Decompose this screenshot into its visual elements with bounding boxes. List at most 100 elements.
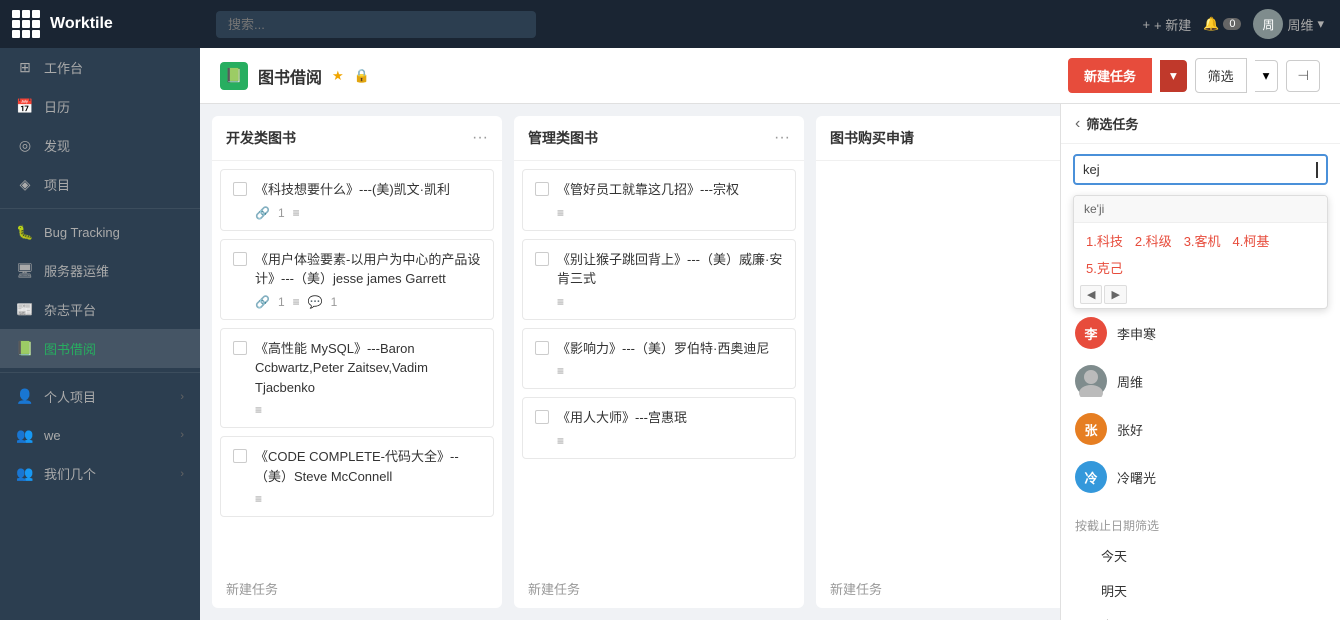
task-checkbox[interactable]	[233, 449, 247, 463]
filter-button[interactable]: 筛选	[1195, 58, 1247, 93]
list-item[interactable]: 《影响力》---（美）罗伯特·西奥迪尼 ≡	[522, 328, 796, 390]
autocomplete-item-2[interactable]: 2.科级	[1131, 229, 1176, 252]
task-meta: ≡	[535, 295, 783, 309]
add-task-mgmtbooks[interactable]: 新建任务	[514, 569, 804, 608]
sidebar-item-discover[interactable]: ◎ 发现	[0, 126, 200, 165]
col-header-purchase: 图书购买申请 ···	[816, 116, 1060, 161]
task-checkbox[interactable]	[535, 410, 549, 424]
discover-icon: ◎	[16, 137, 34, 155]
right-panel-header: ‹ 筛选任务	[1061, 104, 1340, 144]
sidebar-item-serverops[interactable]: 🖥 服务器运维	[0, 251, 200, 290]
autocomplete-item-3[interactable]: 3.客机	[1180, 229, 1225, 252]
col-more-icon2[interactable]: ···	[774, 129, 790, 147]
sidebar-item-label: 图书借阅	[44, 339, 184, 358]
task-checkbox[interactable]	[233, 252, 247, 266]
new-button[interactable]: + + 新建	[1142, 15, 1191, 34]
col-title-mgmtbooks: 管理类图书	[528, 128, 598, 148]
list-item[interactable]: 《用户体验要素-以用户为中心的产品设计》---（美）jesse james Ga…	[220, 239, 494, 320]
filter-dropdown-button[interactable]: ▾	[1255, 60, 1279, 92]
autocomplete-next-button[interactable]: ▶	[1104, 285, 1126, 304]
col-more-icon[interactable]: ···	[472, 129, 488, 147]
sidebar-item-bugtracking[interactable]: 🐛 Bug Tracking	[0, 213, 200, 251]
list-item[interactable]: 《高性能 MySQL》---Baron Ccbwartz,Peter Zaits…	[220, 328, 494, 429]
list-item[interactable]: 《管好员工就靠这几招》---宗权 ≡	[522, 169, 796, 231]
sidebar-item-calendar[interactable]: 📅 日历	[0, 87, 200, 126]
workbench-icon: ⊞	[16, 59, 34, 77]
list-item[interactable]: 《科技想要什么》---(美)凯文·凯利 🔗 1 ≡	[220, 169, 494, 231]
sidebar-item-we[interactable]: 👥 we ›	[0, 416, 200, 454]
list-item[interactable]: 《别让猴子跳回背上》---（美）威廉·安肯三式 ≡	[522, 239, 796, 320]
member-item-lishen[interactable]: 李 李申寒	[1061, 309, 1340, 357]
magazine-icon: 📰	[16, 301, 34, 319]
member-name-zhouwei: 周维	[1117, 372, 1143, 391]
sidebar-item-projects[interactable]: ◈ 项目	[0, 165, 200, 204]
chevron-right-icon: ›	[180, 391, 184, 403]
attachment-icon: 🔗	[255, 206, 270, 220]
date-item-today[interactable]: 今天	[1061, 538, 1340, 573]
search-input[interactable]	[216, 11, 536, 38]
back-icon[interactable]: ‹	[1075, 115, 1080, 133]
task-checkbox[interactable]	[233, 182, 247, 196]
task-title: 《高性能 MySQL》---Baron Ccbwartz,Peter Zaits…	[255, 339, 481, 398]
sidebar-divider	[0, 208, 200, 209]
sidebar-item-magazine[interactable]: 📰 杂志平台	[0, 290, 200, 329]
filter-search-input[interactable]	[1073, 154, 1328, 185]
chevron-right-icon2: ›	[180, 429, 184, 441]
sidebar-item-bookborrow[interactable]: 📗 图书借阅	[0, 329, 200, 368]
sidebar-item-us[interactable]: 👥 我们几个 ›	[0, 454, 200, 493]
lines-icon: ≡	[557, 295, 564, 309]
chevron-right-icon3: ›	[180, 468, 184, 480]
lines-icon: ≡	[255, 403, 262, 417]
autocomplete-item-4[interactable]: 4.柯基	[1229, 229, 1274, 252]
avatar: 周	[1253, 9, 1283, 39]
right-panel: ‹ 筛选任务 ke'ji 1.科技 2.科级 3.客机 4.柯基 5.克己	[1060, 104, 1340, 620]
task-checkbox[interactable]	[535, 182, 549, 196]
sidebar-item-label: 项目	[44, 175, 184, 194]
notification-button[interactable]: 🔔 0	[1203, 16, 1241, 32]
task-checkbox[interactable]	[233, 341, 247, 355]
kanban-col-purchase: 图书购买申请 ··· 新建任务	[816, 116, 1060, 608]
personal-icon: 👤	[16, 388, 34, 406]
user-menu[interactable]: 周 周维 ▾	[1253, 9, 1324, 39]
sidebar-item-label: we	[44, 428, 170, 443]
sidebar-item-workbench[interactable]: ⊞ 工作台	[0, 48, 200, 87]
new-task-button[interactable]: 新建任务	[1068, 58, 1152, 93]
autocomplete-prev-button[interactable]: ◀	[1080, 285, 1102, 304]
sidebar-item-label: Bug Tracking	[44, 225, 184, 240]
project-header: 📗 图书借阅 ★ 🔒 新建任务 ▾ 筛选 ▾ ⊣	[200, 48, 1340, 104]
autocomplete-item-1[interactable]: 1.科技	[1082, 229, 1127, 252]
members-section: 李 李申寒 周维 张 张好 冷	[1061, 309, 1340, 501]
member-name-lishen: 李申寒	[1117, 324, 1156, 343]
add-task-purchase[interactable]: 新建任务	[816, 569, 1060, 608]
avatar-initials: 周	[1262, 16, 1274, 33]
task-meta: ≡	[535, 434, 783, 448]
date-item-thisweek[interactable]: 本周	[1061, 608, 1340, 620]
bugtracking-icon: 🐛	[16, 223, 34, 241]
col-header-mgmtbooks: 管理类图书 ···	[514, 116, 804, 161]
member-item-zhouwei[interactable]: 周维	[1061, 357, 1340, 405]
task-checkbox[interactable]	[535, 341, 549, 355]
list-item[interactable]: 《用人大师》---宫惠珉 ≡	[522, 397, 796, 459]
notification-badge: 0	[1223, 18, 1241, 30]
task-title: 《用人大师》---宫惠珉	[557, 408, 687, 428]
sidebar-item-personal[interactable]: 👤 个人项目 ›	[0, 377, 200, 416]
sidebar-divider2	[0, 372, 200, 373]
member-item-zhanghao[interactable]: 张 张好	[1061, 405, 1340, 453]
plus-icon: +	[1142, 17, 1150, 32]
collapse-button[interactable]: ⊣	[1286, 60, 1320, 92]
date-filter-title: 按截止日期筛选	[1061, 509, 1340, 538]
new-task-dropdown-button[interactable]: ▾	[1160, 60, 1187, 92]
lines-icon: ≡	[293, 206, 300, 220]
date-item-tomorrow[interactable]: 明天	[1061, 573, 1340, 608]
attachment-count: 1	[278, 295, 285, 309]
app-logo: Worktile	[0, 0, 200, 48]
kanban-columns: 开发类图书 ··· 《科技想要什么》---(美)凯文·凯利 🔗 1 ≡	[200, 104, 1060, 620]
star-icon[interactable]: ★	[332, 68, 344, 84]
lines-icon: ≡	[557, 434, 564, 448]
member-item-lenghuo[interactable]: 冷 冷曙光	[1061, 453, 1340, 501]
task-checkbox[interactable]	[535, 252, 549, 266]
avatar-photo-icon	[1075, 365, 1107, 397]
list-item[interactable]: 《CODE COMPLETE-代码大全》--（美）Steve McConnell…	[220, 436, 494, 517]
add-task-devbooks[interactable]: 新建任务	[212, 569, 502, 608]
autocomplete-item-5[interactable]: 5.克己	[1082, 256, 1127, 279]
